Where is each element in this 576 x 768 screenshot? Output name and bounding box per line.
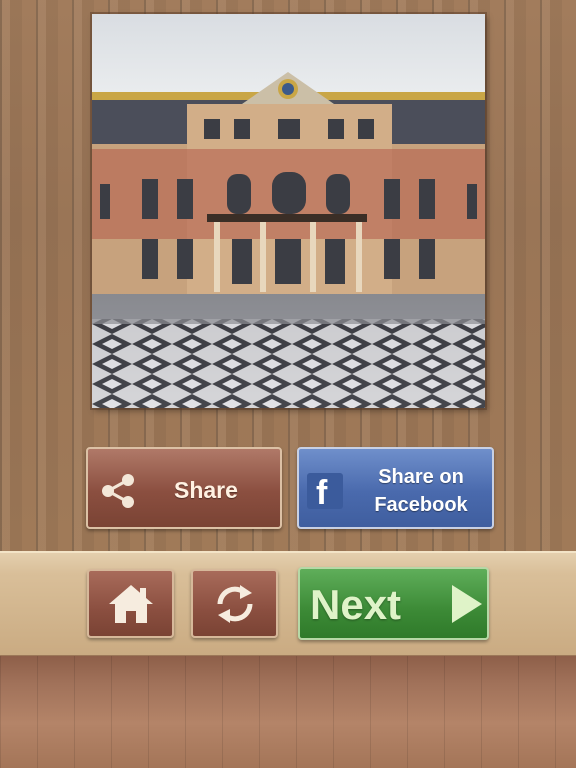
share-facebook-label: Share on Facebook	[351, 463, 491, 519]
bottom-wood-panel	[0, 656, 576, 768]
home-button[interactable]	[87, 569, 174, 638]
palace-courtyard-photo	[92, 14, 485, 408]
restart-icon	[217, 584, 252, 623]
puzzle-image	[92, 14, 485, 408]
share-label: Share	[174, 477, 238, 503]
facebook-icon: f	[307, 473, 343, 512]
share-icon	[102, 474, 134, 508]
restart-button[interactable]	[191, 569, 278, 638]
play-icon	[452, 585, 482, 623]
share-facebook-line2: Facebook	[374, 494, 468, 516]
next-label: Next	[310, 581, 402, 628]
home-icon	[108, 584, 153, 623]
share-facebook-button[interactable]: f Share on Facebook	[297, 447, 494, 529]
share-facebook-line1: Share on	[378, 466, 464, 488]
share-button[interactable]: Share	[86, 447, 282, 529]
next-button[interactable]: Next	[298, 567, 489, 640]
